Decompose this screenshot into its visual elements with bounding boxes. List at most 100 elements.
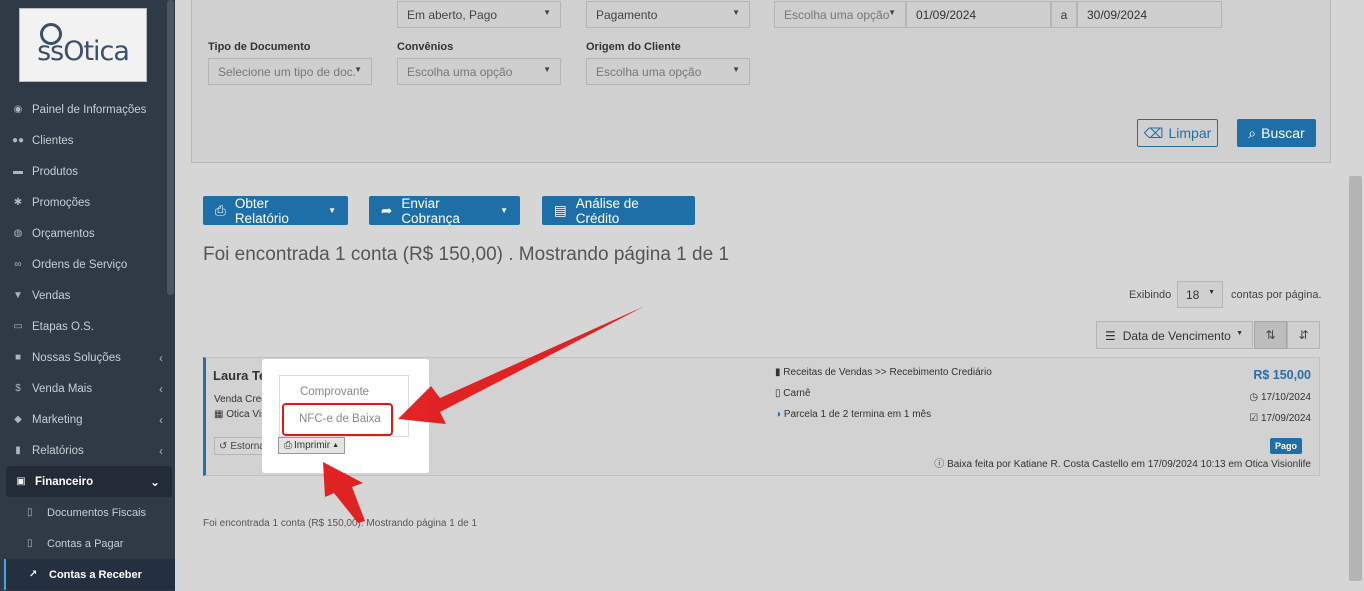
- tipo-documento-select[interactable]: Selecione um tipo de doc. ▼: [208, 58, 372, 85]
- account-category: ▮ Receitas de Vendas >> Recebimento Cred…: [775, 367, 992, 378]
- dashboard-icon: ◉: [13, 104, 23, 115]
- sort-amount-down-icon: ⇵: [1298, 328, 1309, 342]
- file-icon: ▯: [27, 538, 33, 549]
- sidebar-scrollbar[interactable]: [167, 0, 174, 295]
- baixa-info: ⓘ Baixa feita por Katiane R. Costa Caste…: [934, 455, 1311, 470]
- sidebar-item-painel[interactable]: ◉ Painel de Informações: [0, 94, 175, 125]
- cart-icon: ▬: [13, 166, 23, 177]
- caret-down-icon: ▼: [732, 65, 740, 74]
- origem-label: Origem do Cliente: [586, 41, 681, 53]
- status-select[interactable]: Em aberto, Pago ▼: [397, 1, 561, 28]
- buscar-button[interactable]: ⌕ Buscar: [1237, 119, 1316, 147]
- sidebar: ssOtica ◉ Painel de Informações ●● Cliente…: [0, 0, 175, 591]
- chart-line-icon: ↗: [29, 569, 38, 580]
- sidebar-item-label: Ordens de Serviço: [32, 258, 128, 271]
- sidebar-subitem-documentos-fiscais[interactable]: ▯ Documentos Fiscais: [0, 497, 175, 528]
- account-due-date-text: 17/10/2024: [1260, 392, 1311, 403]
- clock-icon: ◷: [1249, 392, 1259, 403]
- sidebar-nav: ◉ Painel de Informações ●● Clientes ▬ Produ…: [0, 94, 175, 590]
- eraser-icon: ⌫: [1143, 124, 1164, 141]
- caret-down-icon: ▼: [732, 8, 740, 17]
- print-icon: ⎙: [284, 440, 292, 451]
- sidebar-item-etapas[interactable]: ▭ Etapas O.S.: [0, 311, 175, 342]
- sort-select[interactable]: ☰ Data de Vencimento ▼: [1096, 321, 1253, 349]
- convenios-select[interactable]: Escolha uma opção ▼: [397, 58, 561, 85]
- limpar-label: Limpar: [1168, 125, 1212, 141]
- account-due-date: ◷ 17/10/2024: [1249, 392, 1311, 403]
- origem-select[interactable]: Escolha uma opção ▼: [586, 58, 750, 85]
- sidebar-subitem-contas-receber[interactable]: ↗ Contas a Receber: [4, 559, 175, 590]
- tipo-documento-placeholder: Selecione um tipo de doc.: [218, 65, 357, 79]
- account-parcela: ◑ Parcela 1 de 2 termina em 1 mês: [775, 409, 931, 420]
- origem-placeholder: Escolha uma opção: [596, 65, 702, 79]
- per-page-select[interactable]: 18 ▼: [1177, 281, 1223, 308]
- sidebar-subitem-label: Documentos Fiscais: [47, 506, 147, 519]
- sidebar-item-marketing[interactable]: ◆ Marketing ‹: [0, 404, 175, 435]
- asterisk-icon: ✱: [13, 197, 23, 208]
- calendar-check-icon: ☑: [1249, 413, 1259, 424]
- list-icon: ☰: [1105, 329, 1116, 343]
- caret-down-icon: ▼: [1236, 330, 1243, 337]
- sidebar-item-relatorios[interactable]: ▮ Relatórios ‹: [0, 435, 175, 466]
- logo[interactable]: ssOtica: [19, 8, 147, 82]
- sidebar-item-produtos[interactable]: ▬ Produtos: [0, 156, 175, 187]
- enviar-cobranca-button[interactable]: ➦ Enviar Cobrança ▼: [369, 195, 520, 226]
- sidebar-item-nossas-solucoes[interactable]: ■ Nossas Soluções ‹: [0, 342, 175, 373]
- sort-descending-button[interactable]: ⇵: [1287, 321, 1320, 349]
- sidebar-item-venda-mais[interactable]: $ Venda Mais ‹: [0, 373, 175, 404]
- half-circle-icon: ◑: [775, 409, 782, 420]
- results-footer: Foi encontrada 1 conta (R$ 150,00). Most…: [203, 518, 478, 529]
- analise-credito-button[interactable]: ▤ Análise de Crédito: [542, 196, 695, 226]
- briefcase-icon: ■: [14, 352, 22, 363]
- sidebar-item-label: Produtos: [32, 165, 79, 178]
- money-icon: ◍: [13, 228, 23, 239]
- date-from-input[interactable]: 01/09/2024: [906, 1, 1051, 28]
- obter-relatorio-button[interactable]: ⎙ Obter Relatório ▼: [203, 196, 348, 226]
- sidebar-item-label: Etapas O.S.: [32, 320, 95, 333]
- imprimir-label: Imprimir: [294, 440, 331, 451]
- sidebar-item-promocoes[interactable]: ✱ Promoções: [0, 187, 175, 218]
- sidebar-item-orcamentos[interactable]: ◍ Orçamentos: [0, 218, 175, 249]
- sidebar-item-label: Clientes: [32, 134, 74, 147]
- periodo-select[interactable]: Escolha uma opção ▼: [774, 1, 906, 28]
- imprimir-button[interactable]: ⎙ Imprimir ▲: [278, 437, 346, 454]
- sidebar-item-clientes[interactable]: ●● Clientes: [0, 125, 175, 156]
- tipo-data-select[interactable]: Pagamento ▼: [586, 1, 750, 28]
- id-card-icon: ▤: [554, 202, 567, 218]
- chevron-down-icon: ⌄: [149, 474, 160, 489]
- results-title: Foi encontrada 1 conta (R$ 150,00) . Mos…: [203, 244, 730, 265]
- sidebar-item-financeiro[interactable]: ▣ Financeiro ⌄: [6, 466, 172, 497]
- contas-por-pagina-label: contas por página.: [1231, 289, 1322, 301]
- tipo-documento-label: Tipo de Documento: [208, 41, 311, 53]
- money-bill-icon: ▣: [16, 476, 26, 487]
- chevron-left-icon: ‹: [159, 443, 163, 458]
- chat-icon: ◆: [14, 414, 22, 425]
- file-icon: ▯: [27, 507, 33, 518]
- sort-ascending-button[interactable]: ⇅: [1254, 321, 1287, 349]
- file-icon: ▯: [775, 388, 781, 399]
- sidebar-subitem-label: Contas a Receber: [49, 568, 142, 581]
- menu-item-comprovante[interactable]: Comprovante: [300, 386, 369, 398]
- enviar-cobranca-label: Enviar Cobrança: [401, 195, 460, 226]
- basket-icon: ▼: [13, 290, 23, 301]
- card-icon: ▭: [13, 321, 23, 332]
- page-scrollbar[interactable]: [1349, 176, 1362, 581]
- sidebar-item-vendas[interactable]: ▼ Vendas: [0, 280, 175, 311]
- sidebar-item-label: Vendas: [32, 289, 71, 302]
- sidebar-item-label: Promoções: [32, 196, 91, 209]
- building-icon: ▦: [214, 409, 224, 420]
- sidebar-subitem-contas-pagar[interactable]: ▯ Contas a Pagar: [0, 528, 175, 559]
- info-icon: ⓘ: [934, 459, 945, 470]
- sidebar-item-ordens[interactable]: ∞ Ordens de Serviço: [0, 249, 175, 280]
- chevron-left-icon: ‹: [159, 381, 163, 396]
- filter-panel: Em aberto, Pago ▼ Pagamento ▼ Escolha uma …: [191, 0, 1331, 163]
- sidebar-item-label: Painel de Informações: [32, 103, 147, 116]
- caret-down-icon: ▼: [888, 8, 896, 17]
- limpar-button[interactable]: ⌫ Limpar: [1137, 119, 1218, 147]
- book-icon: ▮: [15, 445, 21, 456]
- date-to-input[interactable]: 30/09/2024: [1077, 1, 1222, 28]
- convenios-label: Convênios: [397, 41, 454, 53]
- caret-down-icon: ▼: [543, 65, 551, 74]
- highlight-box: [282, 403, 393, 436]
- sort-select-value: Data de Vencimento: [1122, 329, 1231, 343]
